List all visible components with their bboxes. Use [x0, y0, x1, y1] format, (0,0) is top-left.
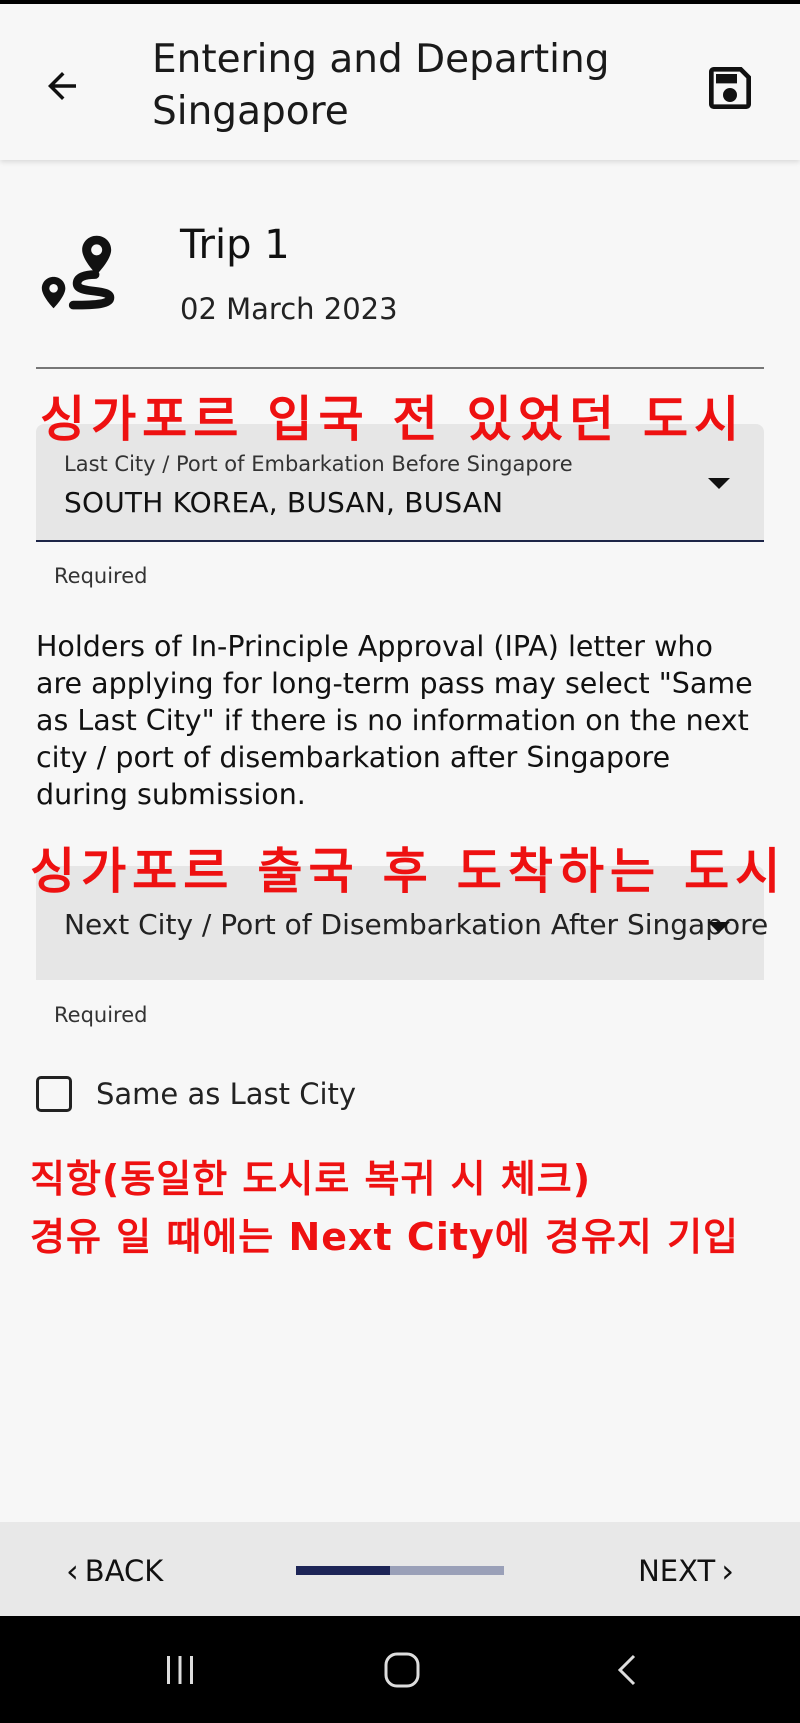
trip-date: 02 March 2023: [180, 292, 398, 326]
last-city-helper-text: Required: [54, 564, 148, 588]
same-as-last-city-checkbox[interactable]: [36, 1076, 72, 1112]
dropdown-arrow-icon: [708, 922, 730, 933]
footer-next-button[interactable]: NEXT ›: [638, 1552, 740, 1590]
recent-apps-icon: [167, 1656, 193, 1684]
dropdown-arrow-icon: [708, 478, 730, 489]
system-navigation-bar: [0, 1616, 800, 1723]
home-icon: [384, 1652, 420, 1688]
save-button[interactable]: [694, 52, 766, 124]
annotation-transit: 경유 일 때에는 Next City에 경유지 기입: [30, 1215, 739, 1259]
arrow-left-icon: [48, 72, 76, 100]
annotation-direct-flight: 직항(동일한 도시로 복귀 시 체크): [30, 1157, 592, 1201]
annotation-last-city: 싱가포르 입국 전 있었던 도시: [40, 391, 746, 448]
same-as-last-city-row[interactable]: Same as Last City: [36, 1072, 356, 1116]
ipa-info-text: Holders of In-Principle Approval (IPA) l…: [36, 630, 753, 811]
back-button[interactable]: [30, 54, 94, 118]
route-icon: [41, 235, 115, 310]
system-back-button[interactable]: [598, 1642, 658, 1698]
progress-bar: [296, 1566, 504, 1575]
trip-name: Trip 1: [180, 222, 290, 268]
footer-back-label: BACK: [84, 1554, 164, 1588]
footer-back-button[interactable]: ‹ BACK: [60, 1552, 163, 1590]
last-city-label: Last City / Port of Embarkation Before S…: [64, 452, 573, 476]
annotation-next-city: 싱가포르 출국 후 도착하는 도시: [30, 843, 787, 900]
chevron-left-icon: ‹: [66, 1552, 79, 1590]
page-title: Entering and Departing Singapore: [152, 37, 610, 134]
next-city-helper-text: Required: [54, 1003, 148, 1027]
next-city-placeholder: Next City / Port of Disembarkation After…: [64, 908, 769, 941]
home-button[interactable]: [372, 1642, 432, 1698]
progress-fill: [296, 1566, 390, 1575]
same-as-last-city-label: Same as Last City: [96, 1077, 357, 1111]
last-city-value: SOUTH KOREA, BUSAN, BUSAN: [64, 486, 504, 519]
bottom-nav-bar: ‹ BACK NEXT ›: [0, 1522, 800, 1616]
app-bar: Entering and Departing Singapore: [0, 4, 800, 160]
chevron-right-icon: ›: [721, 1552, 734, 1590]
footer-next-label: NEXT: [638, 1554, 716, 1588]
floppy-disk-icon: [709, 67, 751, 109]
recent-apps-button[interactable]: [150, 1642, 210, 1698]
system-back-icon: [617, 1654, 636, 1686]
divider: [36, 367, 764, 369]
